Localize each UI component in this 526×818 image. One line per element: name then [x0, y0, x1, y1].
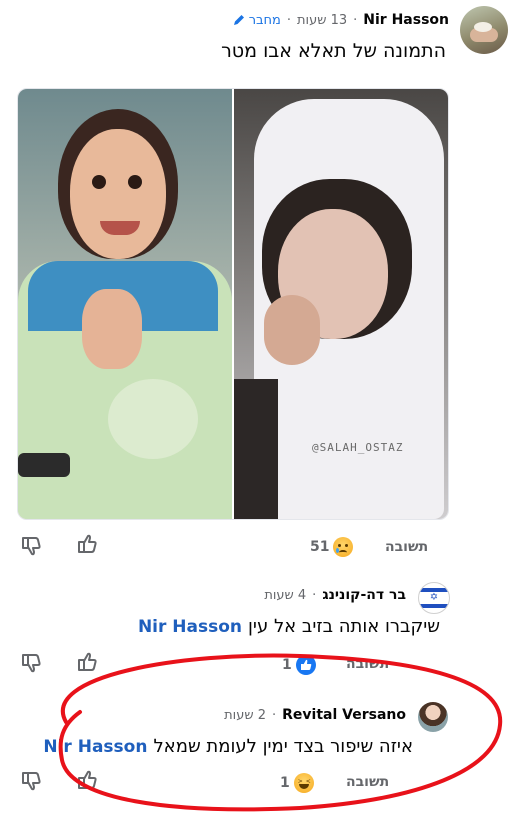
comment-body: שיקברו אותה בזיב אל עין Nir Hasson	[138, 616, 440, 637]
separator-dot: ·	[312, 587, 317, 603]
sad-face-icon	[333, 537, 354, 557]
mention-link[interactable]: Nir Hasson	[138, 617, 242, 637]
comment-time[interactable]: 4 שעות	[264, 588, 306, 603]
laughing-face-icon: > <	[293, 773, 314, 793]
mention-link[interactable]: Nir Hasson	[43, 737, 147, 757]
reply-button[interactable]: תשובה	[346, 656, 389, 672]
reaction-count: 51	[310, 539, 330, 555]
dislike-icon[interactable]	[20, 770, 42, 792]
like-icon[interactable]	[76, 769, 98, 791]
like-icon[interactable]	[76, 533, 98, 555]
girl-photo-left	[18, 89, 232, 519]
comment-header: Revital Versano · 2 שעות	[224, 706, 406, 724]
author-badge: מחבר	[232, 13, 281, 28]
reaction-count: 1	[280, 775, 290, 791]
reaction-count: 1	[282, 657, 292, 673]
separator-dot: ·	[353, 12, 358, 28]
comment-photo[interactable]: @SALAH_OSTAZ	[17, 88, 449, 520]
separator-dot: ·	[272, 707, 277, 723]
comment-author[interactable]: Revital Versano	[282, 707, 406, 723]
comment-time[interactable]: 13 שעות	[297, 13, 347, 28]
comment-author[interactable]: Nir Hasson	[363, 12, 449, 28]
dislike-icon[interactable]	[20, 652, 42, 674]
comment-text: שיקברו אותה בזיב אל עין	[248, 616, 440, 637]
author-avatar[interactable]	[460, 6, 508, 54]
comment-body: איזה שיפור בצד ימין לעומת שמאל Nir Hasso…	[43, 736, 413, 757]
girl-photo-right: @SALAH_OSTAZ	[234, 89, 448, 519]
comment-text: איזה שיפור בצד ימין לעומת שמאל	[153, 736, 413, 757]
comment-header: בר דה-קונינג · 4 שעות	[264, 586, 406, 604]
photo-watermark: @SALAH_OSTAZ	[312, 441, 404, 454]
pen-icon	[232, 13, 246, 27]
comment-time[interactable]: 2 שעות	[224, 708, 266, 723]
dislike-icon[interactable]	[20, 535, 42, 557]
commenter-avatar[interactable]: ✡	[418, 582, 450, 614]
commenter-avatar[interactable]	[418, 702, 448, 732]
separator-dot: ·	[286, 12, 292, 28]
reply-button[interactable]: תשובה	[385, 539, 428, 555]
reaction-summary[interactable]: 1 > <	[280, 773, 314, 793]
like-reaction-icon	[295, 655, 316, 675]
reply-button[interactable]: תשובה	[346, 774, 389, 790]
reaction-summary[interactable]: 51	[310, 537, 354, 557]
comment-header: Nir Hasson · 13 שעות · מחבר	[232, 10, 449, 30]
reaction-summary[interactable]: 1	[282, 655, 316, 675]
like-icon[interactable]	[76, 651, 98, 673]
comment-text: התמונה של תאלא אבו מטר	[221, 40, 446, 62]
comment-author[interactable]: בר דה-קונינג	[322, 587, 406, 603]
